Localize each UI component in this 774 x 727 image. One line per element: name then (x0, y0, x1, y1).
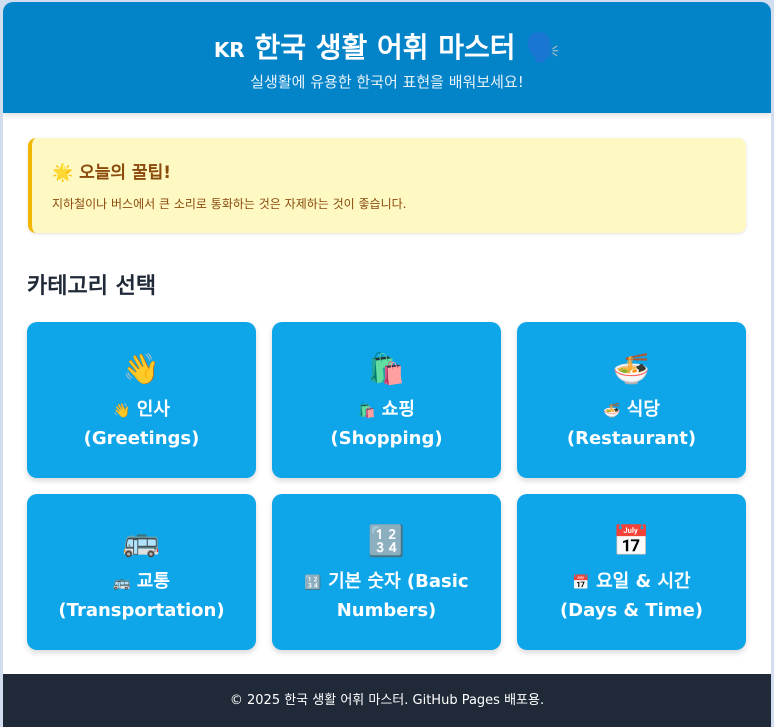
category-card-days-time[interactable]: 📅 📅 요일 & 시간 (Days & Time) (517, 494, 746, 650)
card-name: 인사 (136, 399, 170, 420)
card-english: (Greetings) (83, 428, 200, 449)
numbers-icon: 🔢 (304, 575, 322, 591)
tip-title: 🌟 오늘의 꿀팁! (52, 158, 726, 183)
calendar-icon: 📅 (572, 575, 590, 591)
category-card-shopping[interactable]: 🛍️ 🛍️ 쇼핑 (Shopping) (272, 322, 501, 478)
category-card-numbers[interactable]: 🔢 🔢 기본 숫자 (Basic Numbers) (272, 494, 501, 650)
card-english: Numbers) (336, 600, 437, 621)
card-label: 📅 요일 & 시간 (Days & Time) (517, 568, 746, 625)
noodle-bowl-icon: 🍜 (603, 403, 621, 419)
category-grid: 👋 👋 인사 (Greetings) 🛍️ 🛍️ 쇼핑 (Shopping) 🍜 🍜 식당… (27, 322, 746, 650)
speaking-head-icon: 🗣️ (525, 31, 561, 64)
card-label: 🔢 기본 숫자 (Basic Numbers) (272, 568, 501, 625)
shopping-bags-icon: 🛍️ (367, 352, 406, 387)
card-name: 요일 & 시간 (596, 571, 691, 592)
card-english: (Transportation) (58, 600, 225, 621)
section-title: 카테고리 선택 (27, 274, 157, 299)
card-name: 쇼핑 (381, 399, 415, 420)
tip-title-text: 오늘의 꿀팁! (79, 163, 171, 183)
card-name: 식당 (626, 399, 660, 420)
flag-kr: KR (213, 38, 245, 62)
card-label: 🍜 식당 (Restaurant) (517, 396, 746, 453)
calendar-icon: 📅 (612, 524, 651, 559)
tip-text: 지하철이나 버스에서 큰 소리로 통화하는 것은 자제하는 것이 좋습니다. (52, 197, 407, 211)
card-label: 🛍️ 쇼핑 (Shopping) (272, 396, 501, 453)
subtitle: 실생활에 유용한 한국어 표현을 배워보세요! (250, 73, 524, 91)
waving-hand-icon: 👋 (122, 352, 161, 387)
waving-hand-icon: 👋 (113, 403, 131, 419)
page-title: KR 한국 생활 어휘 마스터 🗣️ (3, 29, 771, 69)
shopping-bags-icon: 🛍️ (358, 403, 376, 419)
app-window: KR 한국 생활 어휘 마스터 🗣️ 실생활에 유용한 한국어 표현을 배워보세… (3, 2, 771, 727)
card-label: 👋 인사 (Greetings) (27, 396, 256, 453)
header: KR 한국 생활 어휘 마스터 🗣️ 실생활에 유용한 한국어 표현을 배워보세… (3, 2, 771, 113)
tip-box: 🌟 오늘의 꿀팁! 지하철이나 버스에서 큰 소리로 통화하는 것은 자제하는 … (28, 138, 746, 233)
category-card-transportation[interactable]: 🚌 🚌 교통 (Transportation) (27, 494, 256, 650)
title-text: 한국 생활 어휘 마스터 (254, 31, 516, 64)
bus-icon: 🚌 (122, 524, 161, 559)
card-english: (Days & Time) (559, 600, 704, 621)
category-card-restaurant[interactable]: 🍜 🍜 식당 (Restaurant) (517, 322, 746, 478)
star-icon: 🌟 (52, 163, 74, 183)
card-name: 교통 (136, 571, 170, 592)
card-english: (Restaurant) (566, 428, 697, 449)
card-name: 기본 숫자 (Basic (328, 571, 469, 592)
category-card-greetings[interactable]: 👋 👋 인사 (Greetings) (27, 322, 256, 478)
numbers-icon: 🔢 (367, 524, 406, 559)
footer: © 2025 한국 생활 어휘 마스터. GitHub Pages 배포용. (3, 674, 771, 727)
bus-icon: 🚌 (113, 575, 131, 591)
card-label: 🚌 교통 (Transportation) (27, 568, 256, 625)
card-english: (Shopping) (330, 428, 443, 449)
noodle-bowl-icon: 🍜 (612, 352, 651, 387)
